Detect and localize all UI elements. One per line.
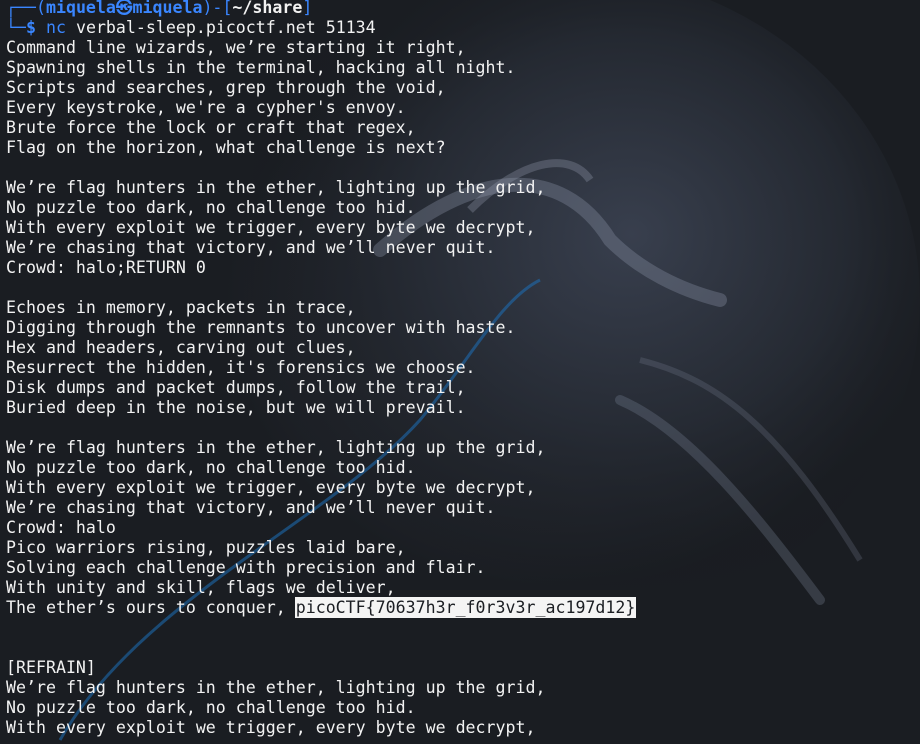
output-line: We’re flag hunters in the ether, lightin… (6, 178, 546, 197)
prompt-user: miquela (45, 0, 116, 17)
prompt-frame-top: ┌──( (6, 0, 46, 17)
prompt-frame-bottom: └─ (6, 18, 26, 37)
output-line: Resurrect the hidden, it's forensics we … (6, 358, 476, 377)
output-line: No puzzle too dark, no challenge too hid… (6, 458, 416, 477)
output-line: Spawning shells in the terminal, hacking… (6, 58, 516, 77)
output-line: We’re flag hunters in the ether, lightin… (6, 438, 546, 457)
prompt-dollar: $ (25, 18, 36, 37)
prompt-header: ┌──(miquela㉿miquela)-[~/share] (6, 0, 920, 18)
terminal-output: ┌──(miquela㉿miquela)-[~/share] └─$ nc ve… (6, 0, 920, 738)
after-flag-lines: [REFRAIN] We’re flag hunters in the ether… (6, 618, 920, 738)
output-lines: Command line wizards, we’re starting it … (6, 38, 920, 598)
output-line: Crowd: halo;RETURN 0 (6, 258, 206, 277)
prompt-path: ~/share (232, 0, 303, 17)
output-line: Buried deep in the noise, but we will pr… (6, 398, 466, 417)
output-line: Solving each challenge with precision an… (6, 558, 486, 577)
output-line: Every keystroke, we're a cypher's envoy. (6, 98, 406, 117)
prompt-host: miquela (132, 0, 203, 17)
output-line: Command line wizards, we’re starting it … (6, 38, 466, 57)
output-line: With unity and skill, flags we deliver, (6, 578, 396, 597)
output-line: Disk dumps and packet dumps, follow the … (6, 378, 466, 397)
flag-line: The ether’s ours to conquer, picoCTF{706… (6, 597, 920, 618)
output-line: We’re chasing that victory, and we’ll ne… (6, 238, 496, 257)
output-line: Pico warriors rising, puzzles laid bare, (6, 538, 406, 557)
output-line: Crowd: halo (6, 518, 116, 537)
output-line: No puzzle too dark, no challenge too hid… (6, 198, 416, 217)
output-line: Hex and headers, carving out clues, (6, 338, 356, 357)
command-line[interactable]: └─$ nc verbal-sleep.picoctf.net 51134 (6, 18, 920, 38)
output-line: Scripts and searches, grep through the v… (6, 78, 446, 97)
command-name: nc (45, 18, 66, 37)
prompt-frame-mid: )-[ (202, 0, 233, 17)
output-line: No puzzle too dark, no challenge too hid… (6, 698, 416, 717)
output-line: With every exploit we trigger, every byt… (6, 718, 536, 737)
output-line: With every exploit we trigger, every byt… (6, 478, 536, 497)
output-line: [REFRAIN] (6, 658, 96, 677)
command-args: verbal-sleep.picoctf.net 51134 (65, 18, 376, 37)
prompt-at-symbol: ㉿ (115, 0, 133, 17)
prompt-frame-close: ] (302, 0, 313, 17)
terminal-window[interactable]: ┌──(miquela㉿miquela)-[~/share] └─$ nc ve… (0, 0, 920, 744)
output-line: We’re chasing that victory, and we’ll ne… (6, 498, 496, 517)
output-line: Digging through the remnants to uncover … (6, 318, 516, 337)
output-line: With every exploit we trigger, every byt… (6, 218, 536, 237)
flag-selection[interactable]: picoCTF{70637h3r_f0r3v3r_ac197d12} (294, 597, 637, 618)
output-line: Brute force the lock or craft that regex… (6, 118, 416, 137)
output-line: Echoes in memory, packets in trace, (6, 298, 356, 317)
flag-line-prefix: The ether’s ours to conquer, (6, 598, 296, 617)
output-line: Flag on the horizon, what challenge is n… (6, 138, 446, 157)
output-line: We’re flag hunters in the ether, lightin… (6, 678, 546, 697)
